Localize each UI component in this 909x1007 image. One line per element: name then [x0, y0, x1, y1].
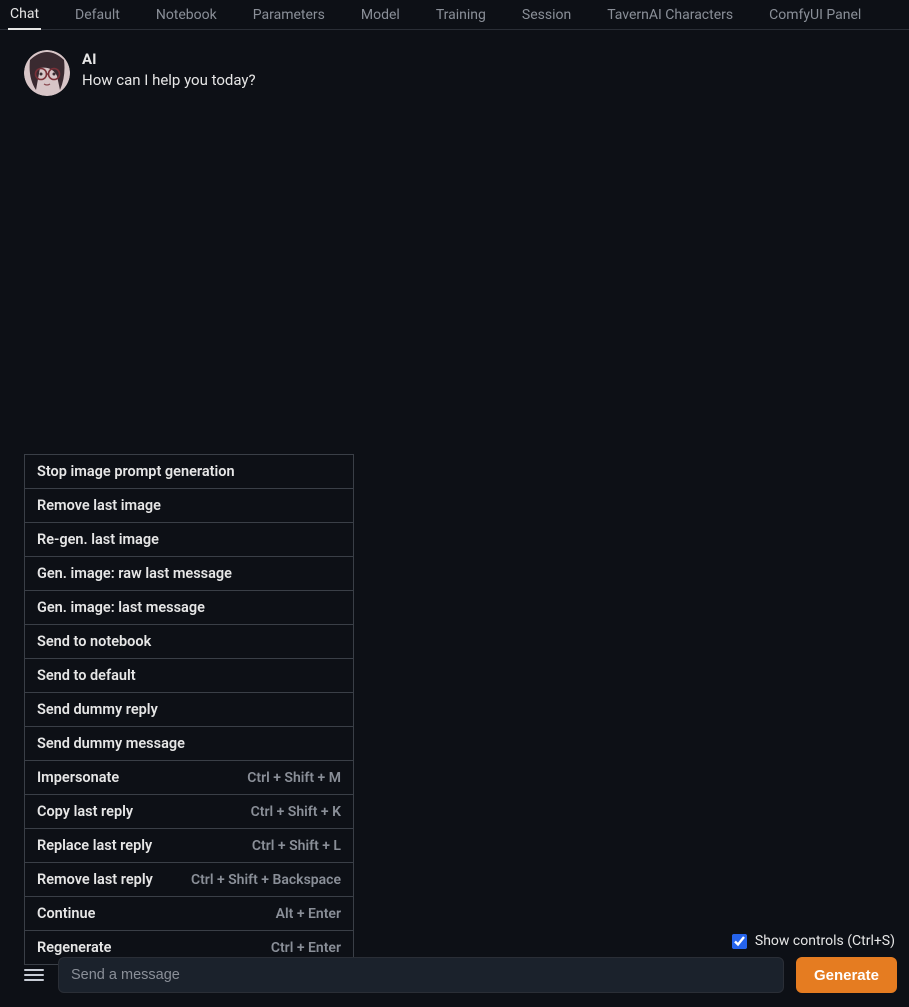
generate-button[interactable]: Generate [796, 957, 897, 993]
menu-item-shortcut: Ctrl + Shift + M [247, 770, 341, 786]
tab-comfyui-panel[interactable]: ComfyUI Panel [767, 1, 863, 29]
menu-continue[interactable]: Continue Alt + Enter [25, 897, 353, 931]
menu-gen-image-raw-last-message[interactable]: Gen. image: raw last message [25, 557, 353, 591]
context-menu: Stop image prompt generation Remove last… [24, 454, 354, 965]
chat-area: AI How can I help you today? [0, 30, 909, 106]
menu-remove-last-reply[interactable]: Remove last reply Ctrl + Shift + Backspac… [25, 863, 353, 897]
menu-remove-last-image[interactable]: Remove last image [25, 489, 353, 523]
menu-item-label: Replace last reply [37, 837, 152, 854]
menu-item-label: Send dummy reply [37, 701, 158, 718]
tab-tavernai-characters[interactable]: TavernAI Characters [605, 1, 735, 29]
message-text: How can I help you today? [82, 71, 256, 89]
tab-chat[interactable]: Chat [8, 0, 41, 30]
menu-item-label: Re-gen. last image [37, 531, 159, 548]
chat-message: AI How can I help you today? [24, 50, 899, 96]
avatar [24, 50, 70, 96]
menu-replace-last-reply[interactable]: Replace last reply Ctrl + Shift + L [25, 829, 353, 863]
menu-item-shortcut: Ctrl + Shift + L [252, 838, 341, 854]
show-controls-checkbox[interactable] [732, 934, 747, 949]
menu-item-label: Stop image prompt generation [37, 463, 235, 480]
tab-model[interactable]: Model [359, 1, 402, 29]
menu-impersonate[interactable]: Impersonate Ctrl + Shift + M [25, 761, 353, 795]
show-controls-toggle: Show controls (Ctrl+S) [732, 933, 895, 949]
menu-copy-last-reply[interactable]: Copy last reply Ctrl + Shift + K [25, 795, 353, 829]
menu-send-to-notebook[interactable]: Send to notebook [25, 625, 353, 659]
message-input-wrap [58, 957, 784, 993]
message-input[interactable] [71, 967, 771, 983]
hamburger-icon[interactable] [22, 963, 46, 987]
message-author: AI [82, 50, 256, 68]
menu-item-shortcut: Ctrl + Enter [271, 940, 341, 956]
menu-send-dummy-message[interactable]: Send dummy message [25, 727, 353, 761]
menu-item-label: Continue [37, 905, 95, 922]
menu-send-to-default[interactable]: Send to default [25, 659, 353, 693]
menu-item-label: Impersonate [37, 769, 119, 786]
bottom-bar: Generate [22, 957, 897, 993]
tab-parameters[interactable]: Parameters [251, 1, 327, 29]
tab-bar: Chat Default Notebook Parameters Model T… [0, 0, 909, 30]
tab-session[interactable]: Session [520, 1, 573, 29]
menu-send-dummy-reply[interactable]: Send dummy reply [25, 693, 353, 727]
menu-stop-image-prompt-generation[interactable]: Stop image prompt generation [25, 455, 353, 489]
menu-item-label: Send to notebook [37, 633, 151, 650]
menu-item-shortcut: Ctrl + Shift + K [251, 804, 341, 820]
message-body: AI How can I help you today? [82, 50, 256, 96]
menu-item-label: Copy last reply [37, 803, 133, 820]
menu-gen-image-last-message[interactable]: Gen. image: last message [25, 591, 353, 625]
tab-training[interactable]: Training [434, 1, 488, 29]
menu-item-label: Regenerate [37, 939, 111, 956]
menu-item-label: Remove last reply [37, 871, 153, 888]
menu-item-shortcut: Ctrl + Shift + Backspace [191, 872, 341, 888]
menu-item-label: Gen. image: raw last message [37, 565, 232, 582]
menu-regen-last-image[interactable]: Re-gen. last image [25, 523, 353, 557]
tab-notebook[interactable]: Notebook [154, 1, 219, 29]
menu-item-shortcut: Alt + Enter [276, 906, 341, 922]
tab-default[interactable]: Default [73, 1, 122, 29]
menu-item-label: Send to default [37, 667, 136, 684]
menu-item-label: Remove last image [37, 497, 161, 514]
menu-item-label: Send dummy message [37, 735, 185, 752]
show-controls-label: Show controls (Ctrl+S) [755, 933, 895, 949]
menu-item-label: Gen. image: last message [37, 599, 205, 616]
